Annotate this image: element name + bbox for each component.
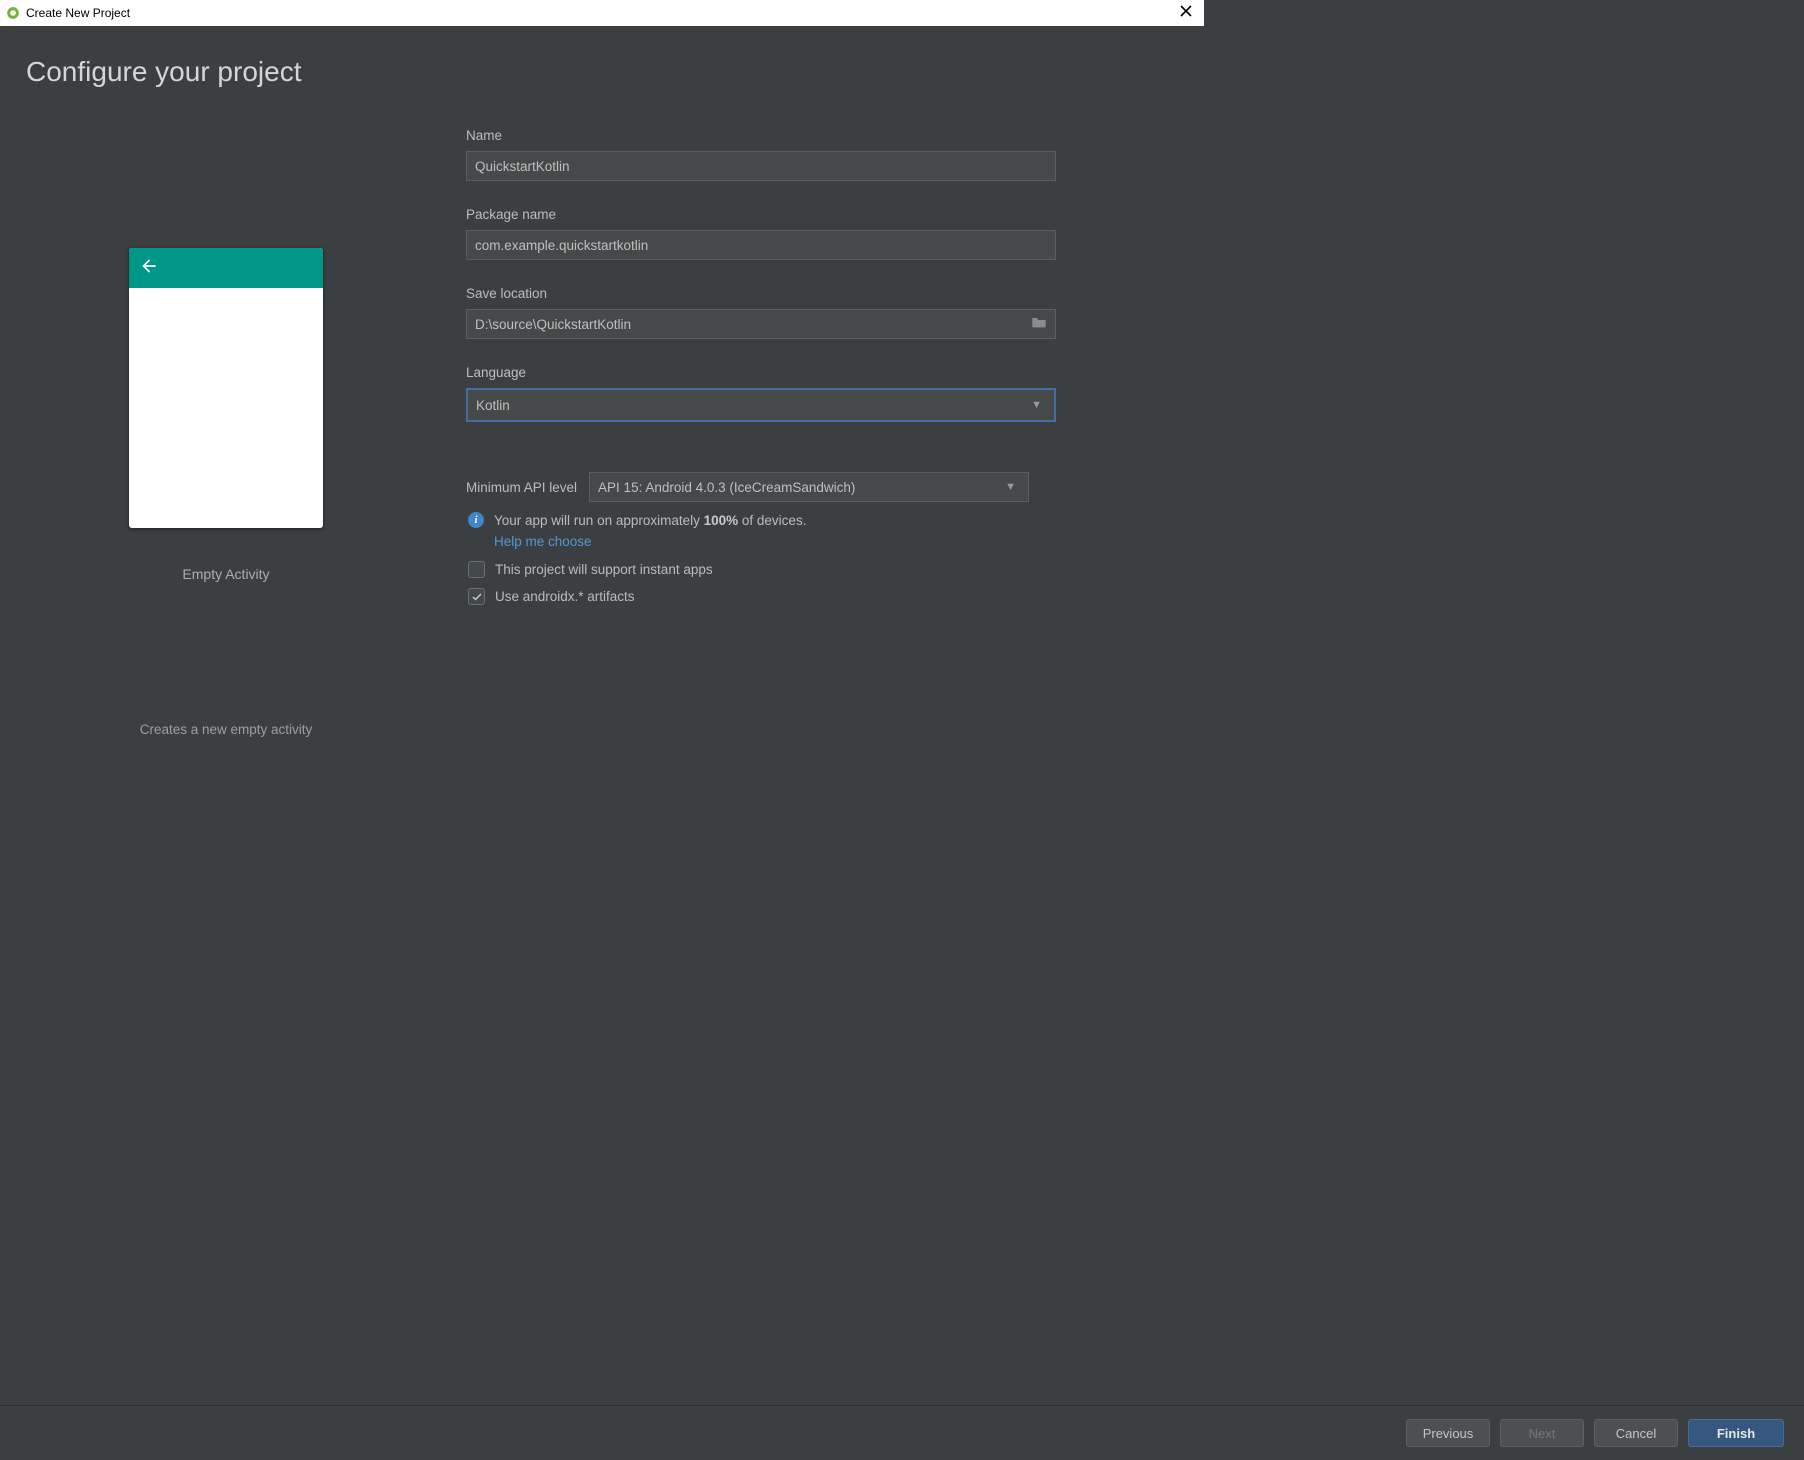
phone-preview xyxy=(129,248,323,528)
footer: Previous Next Cancel Finish xyxy=(0,1405,1804,1460)
page-title: Configure your project xyxy=(26,56,1178,88)
form-column: Name Package name Save location Language xyxy=(466,128,1178,737)
location-input[interactable] xyxy=(467,317,1023,332)
chevron-down-icon: ▼ xyxy=(1005,481,1020,493)
finish-button[interactable]: Finish xyxy=(1688,1419,1784,1447)
name-input[interactable] xyxy=(466,151,1056,181)
info-icon: i xyxy=(468,512,484,528)
language-value: Kotlin xyxy=(476,398,510,413)
androidx-label: Use androidx.* artifacts xyxy=(495,589,635,604)
instant-apps-checkbox[interactable] xyxy=(468,561,485,578)
app-icon xyxy=(6,6,20,20)
template-name: Empty Activity xyxy=(182,566,269,582)
previous-button[interactable]: Previous xyxy=(1406,1419,1490,1447)
folder-icon[interactable] xyxy=(1023,315,1055,334)
instant-apps-label: This project will support instant apps xyxy=(495,562,713,577)
package-input[interactable] xyxy=(466,230,1056,260)
location-label: Save location xyxy=(466,286,1078,301)
package-label: Package name xyxy=(466,207,1078,222)
preview-column: Empty Activity Creates a new empty activ… xyxy=(26,128,426,737)
help-me-choose-link[interactable]: Help me choose xyxy=(494,534,592,549)
name-label: Name xyxy=(466,128,1078,143)
api-label: Minimum API level xyxy=(466,480,577,495)
close-icon[interactable] xyxy=(1174,4,1198,22)
chevron-down-icon: ▼ xyxy=(1031,399,1046,411)
androidx-checkbox[interactable] xyxy=(468,588,485,605)
language-select[interactable]: Kotlin ▼ xyxy=(466,388,1056,422)
titlebar: Create New Project xyxy=(0,0,1204,26)
device-coverage-text: Your app will run on approximately 100% … xyxy=(494,513,806,528)
main-panel: Configure your project Empty Activity Cr… xyxy=(0,26,1204,918)
template-description: Creates a new empty activity xyxy=(140,722,313,737)
window-title: Create New Project xyxy=(26,6,130,20)
next-button: Next xyxy=(1500,1419,1584,1447)
back-arrow-icon xyxy=(139,256,159,281)
api-value: API 15: Android 4.0.3 (IceCreamSandwich) xyxy=(598,480,855,495)
cancel-button[interactable]: Cancel xyxy=(1594,1419,1678,1447)
api-select[interactable]: API 15: Android 4.0.3 (IceCreamSandwich)… xyxy=(589,472,1029,502)
language-label: Language xyxy=(466,365,1078,380)
